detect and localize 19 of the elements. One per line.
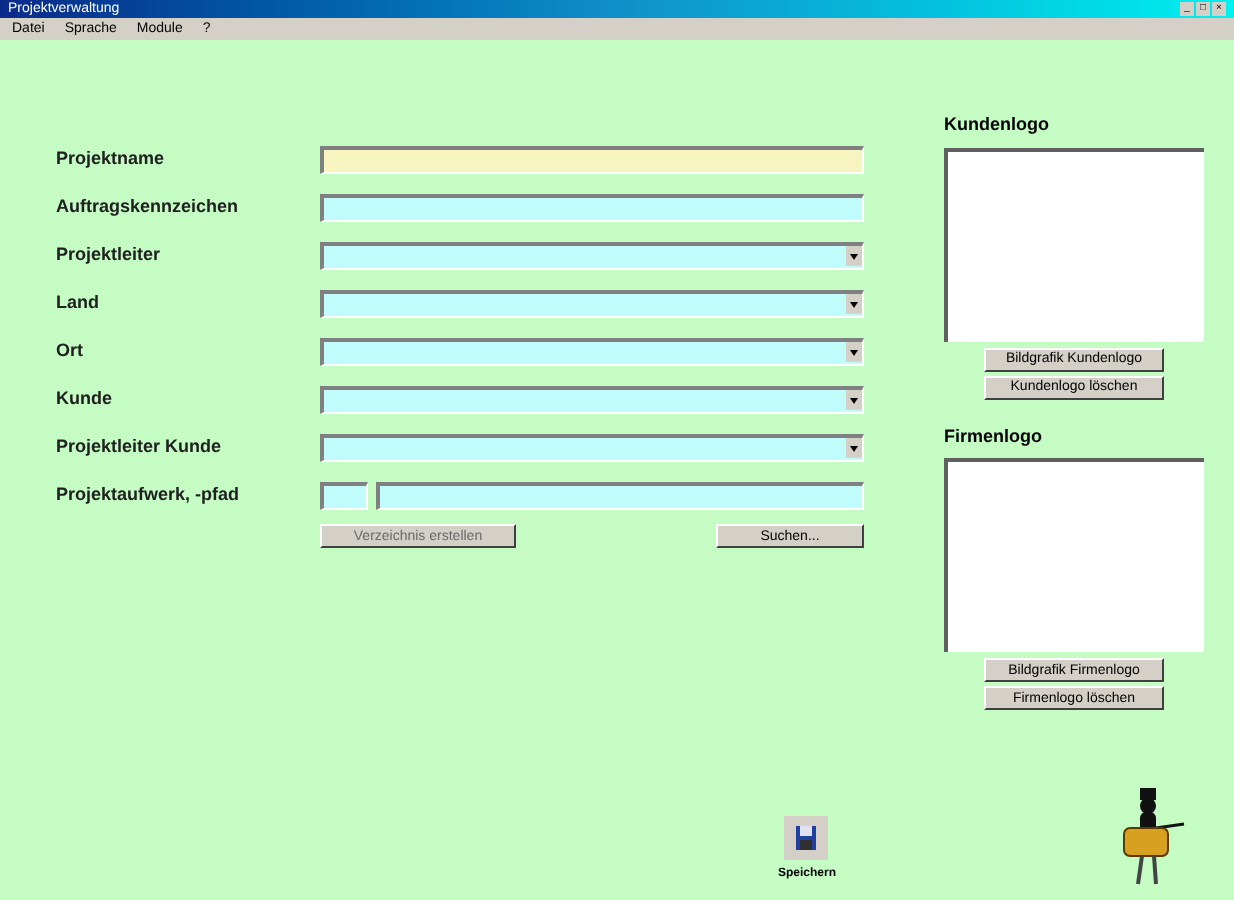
field-label: Auftragskennzeichen (56, 194, 241, 221)
dropdown[interactable] (320, 242, 864, 270)
field-label: Kunde (56, 386, 114, 413)
dropdown[interactable] (320, 338, 864, 366)
input-field[interactable] (376, 482, 864, 510)
field-label: Projektleiter Kunde (56, 434, 224, 461)
dropdown[interactable] (320, 386, 864, 414)
field-label: Land (56, 290, 101, 317)
field-label: Ort (56, 338, 85, 365)
input-field[interactable] (320, 482, 368, 510)
field-label: Projektleiter (56, 242, 163, 269)
field-label: Projektname (56, 146, 167, 173)
dropdown[interactable] (320, 434, 864, 462)
dropdown[interactable] (320, 290, 864, 318)
logo-heading: Kundenlogo (944, 112, 1051, 138)
input-field[interactable] (320, 146, 864, 174)
input-field[interactable] (320, 194, 864, 222)
field-label: Projektaufwerk, -pfad (56, 482, 242, 509)
logo-heading: Firmenlogo (944, 423, 1044, 450)
